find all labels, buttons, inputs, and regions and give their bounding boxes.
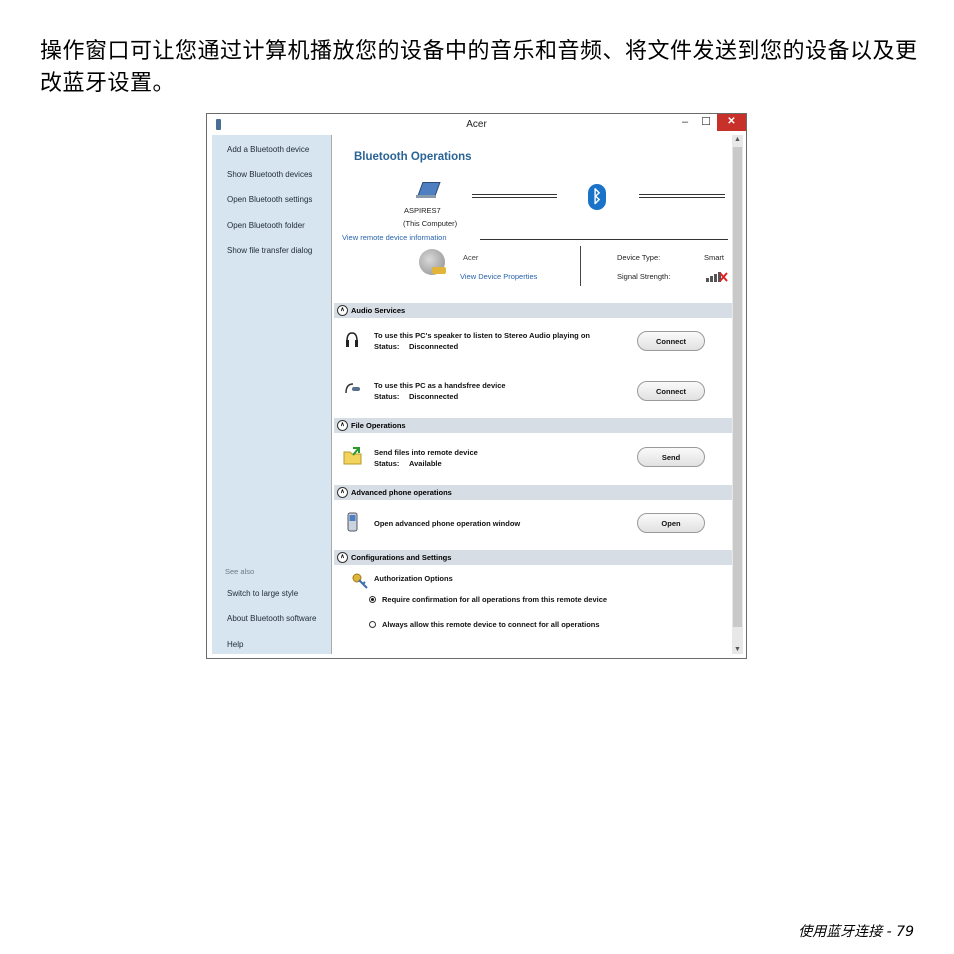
sidebar-link-add-device[interactable]: Add a Bluetooth device xyxy=(227,145,309,154)
sidebar-link-show-devices[interactable]: Show Bluetooth devices xyxy=(227,170,312,179)
bluetooth-window: Acer – ☐ ✕ Add a Bluetooth device Show B… xyxy=(206,113,747,659)
device-badge-icon xyxy=(432,267,446,274)
section-label: Audio Services xyxy=(351,306,406,315)
scroll-down-icon[interactable]: ▼ xyxy=(732,646,743,653)
collapse-icon[interactable]: ∧ xyxy=(337,420,348,431)
scroll-thumb[interactable] xyxy=(733,147,742,627)
close-button[interactable]: ✕ xyxy=(717,114,746,131)
page-footer: 使用蓝牙连接 - 79 xyxy=(798,924,914,940)
send-files-description: Send files into remote device xyxy=(374,448,478,457)
send-status-label: Status: xyxy=(374,459,400,468)
sidebar-link-file-transfer[interactable]: Show file transfer dialog xyxy=(227,246,312,255)
send-folder-icon xyxy=(343,447,362,465)
signal-strength-label: Signal Strength: xyxy=(617,272,671,281)
section-audio-services[interactable]: ∧ Audio Services xyxy=(334,303,732,318)
computer-name: ASPIRES7 xyxy=(404,206,441,215)
radio-require-confirmation-label[interactable]: Require confirmation for all operations … xyxy=(382,595,607,604)
handsfree-description: To use this PC as a handsfree device xyxy=(374,381,506,390)
sidebar-link-open-folder[interactable]: Open Bluetooth folder xyxy=(227,221,305,230)
send-status-value: Available xyxy=(409,459,442,468)
headphones-icon xyxy=(346,332,358,347)
phone-operation-description: Open advanced phone operation window xyxy=(374,519,521,528)
vertical-scrollbar[interactable]: ▲ ▼ xyxy=(732,135,743,654)
section-label: Configurations and Settings xyxy=(351,553,452,562)
sidebar-link-open-settings[interactable]: Open Bluetooth settings xyxy=(227,195,312,204)
intro-paragraph: 操作窗口可让您通过计算机播放您的设备中的音乐和音频、将文件发送到您的设备以及更改… xyxy=(40,39,918,96)
authorization-options-title: Authorization Options xyxy=(374,574,453,583)
collapse-icon[interactable]: ∧ xyxy=(337,487,348,498)
vertical-separator xyxy=(580,246,581,286)
window-title: Acer xyxy=(466,119,487,130)
section-configurations[interactable]: ∧ Configurations and Settings xyxy=(334,550,732,565)
open-button[interactable]: Open xyxy=(637,513,705,533)
stereo-audio-description: To use this PC's speaker to listen to St… xyxy=(374,331,590,340)
device-properties-link[interactable]: View Device Properties xyxy=(460,272,537,281)
collapse-icon[interactable]: ∧ xyxy=(337,305,348,316)
radio-always-allow[interactable] xyxy=(369,621,376,628)
sidebar-link-help[interactable]: Help xyxy=(227,640,243,649)
device-type-label: Device Type: xyxy=(617,253,661,262)
section-label: File Operations xyxy=(351,421,406,430)
sidebar-link-large-style[interactable]: Switch to large style xyxy=(227,589,298,598)
handsfree-status-label: Status: xyxy=(374,392,400,401)
radio-require-confirmation[interactable] xyxy=(369,596,376,603)
sidebar-link-about[interactable]: About Bluetooth software xyxy=(227,614,316,623)
minimize-button[interactable]: – xyxy=(675,114,695,131)
device-type-value: Smart xyxy=(704,253,725,262)
title-bar: Acer – ☐ ✕ xyxy=(207,114,746,135)
sidebar: Add a Bluetooth device Show Bluetooth de… xyxy=(212,135,331,654)
collapse-icon[interactable]: ∧ xyxy=(337,552,348,563)
section-label: Advanced phone operations xyxy=(351,488,452,497)
radio-always-allow-label[interactable]: Always allow this remote device to conne… xyxy=(382,620,600,629)
phone-icon xyxy=(347,512,358,532)
divider-line xyxy=(480,239,728,240)
section-file-operations[interactable]: ∧ File Operations xyxy=(334,418,732,433)
stereo-status-value: Disconnected xyxy=(409,342,459,351)
stereo-status-label: Status: xyxy=(374,342,400,351)
connect-handsfree-button[interactable]: Connect xyxy=(637,381,705,401)
device-name: Acer xyxy=(463,253,479,262)
view-remote-link[interactable]: View remote device information xyxy=(342,233,447,242)
see-also-label: See also xyxy=(225,567,255,576)
computer-subtitle: (This Computer) xyxy=(403,219,458,228)
signal-strength-icon xyxy=(706,272,728,282)
scroll-up-icon[interactable]: ▲ xyxy=(732,136,743,143)
maximize-button[interactable]: ☐ xyxy=(695,114,717,131)
laptop-icon xyxy=(417,182,441,196)
page-title: Bluetooth Operations xyxy=(354,151,472,163)
section-advanced-phone[interactable]: ∧ Advanced phone operations xyxy=(334,485,732,500)
handsfree-status-value: Disconnected xyxy=(409,392,459,401)
laptop-base-icon xyxy=(416,195,436,198)
headset-icon xyxy=(345,383,360,394)
connection-line-left xyxy=(472,194,557,198)
main-panel: Bluetooth Operations ASPIRES7 (This Comp… xyxy=(331,135,732,654)
connection-line-right xyxy=(639,194,725,198)
connect-stereo-button[interactable]: Connect xyxy=(637,331,705,351)
send-button[interactable]: Send xyxy=(637,447,705,467)
bluetooth-icon: ᛒ xyxy=(588,184,606,210)
authorization-keys-icon xyxy=(352,573,368,589)
